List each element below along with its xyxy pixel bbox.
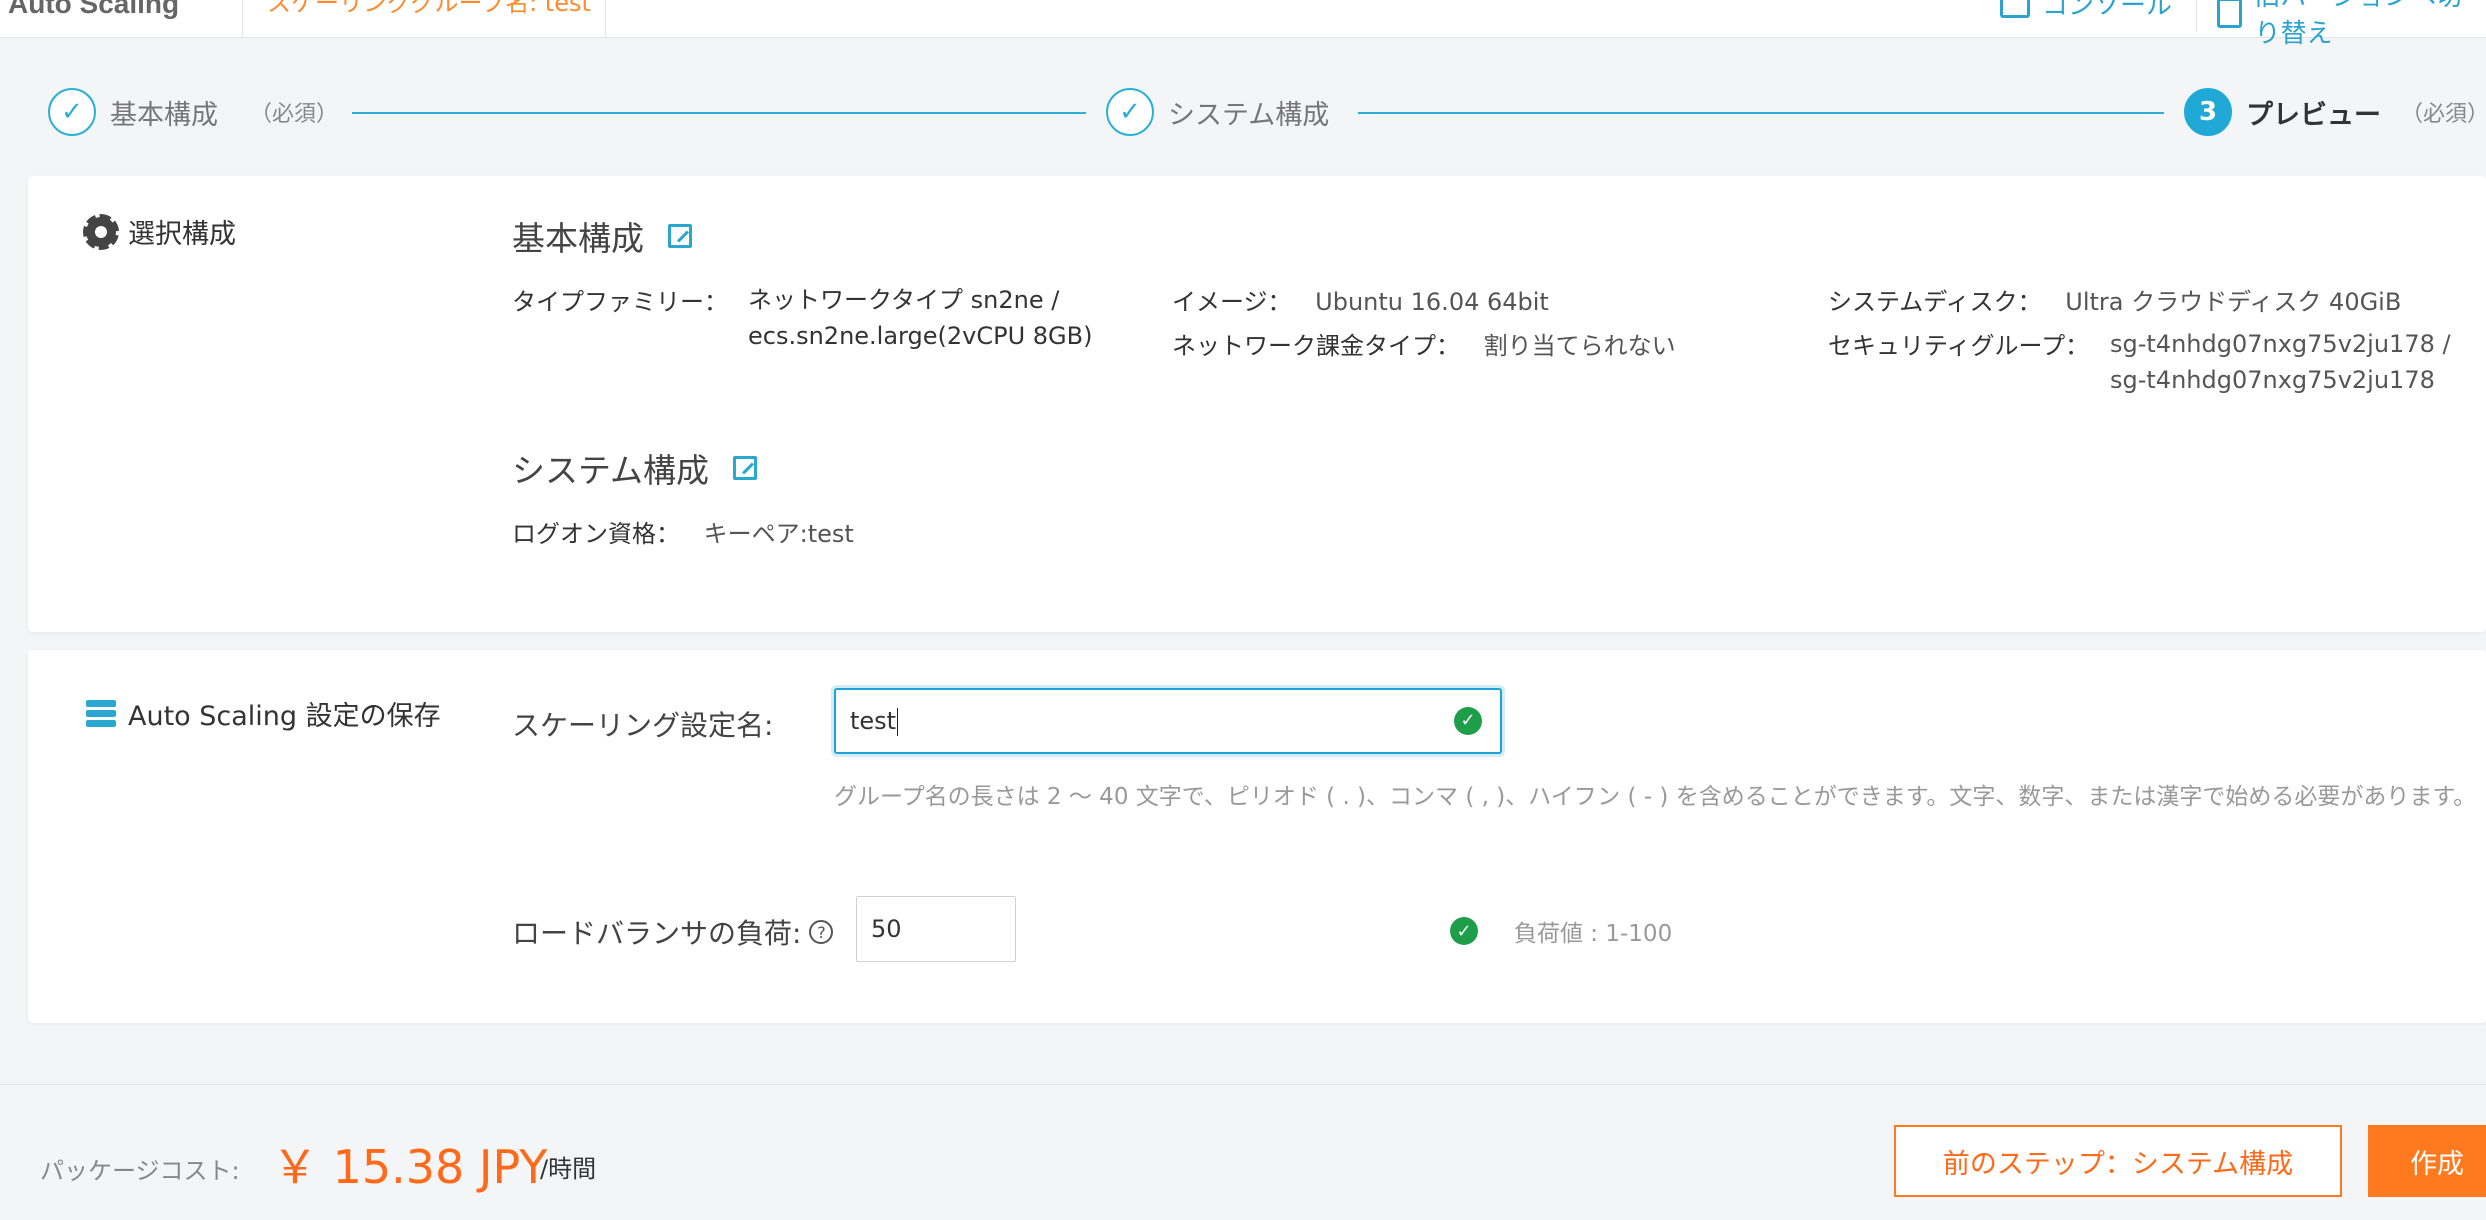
type-family-row: タイプファミリー： bbox=[512, 282, 728, 317]
console-icon bbox=[2000, 0, 2030, 18]
success-check-icon: ✓ bbox=[1450, 917, 1478, 945]
type-family-value-line1: ネットワークタイプ sn2ne / bbox=[748, 286, 1060, 314]
edit-icon[interactable] bbox=[668, 224, 692, 248]
success-check-icon: ✓ bbox=[1454, 707, 1482, 735]
step-preview: 3 プレビュー （必須） bbox=[2184, 88, 2486, 136]
check-icon: ✓ bbox=[48, 88, 96, 136]
create-button[interactable]: 作成 bbox=[2368, 1125, 2486, 1197]
step-basic[interactable]: ✓ 基本構成 （必須） bbox=[48, 88, 338, 136]
lb-weight-label: ロードバランサの負荷: ? bbox=[512, 912, 834, 952]
legacy-version-link[interactable]: 旧バージョンへ切り替え bbox=[2196, 0, 2486, 49]
storage-icon bbox=[86, 699, 116, 728]
step-number-icon: 3 bbox=[2184, 88, 2232, 136]
tab-scaling-group[interactable]: スケーリンググループ名: test bbox=[242, 0, 606, 38]
billing-row: ネットワーク課金タイプ： 割り当てられない bbox=[1172, 326, 1676, 361]
save-config-title: Auto Scaling 設定の保存 bbox=[86, 694, 441, 733]
security-group-label: セキュリティグループ： bbox=[1828, 332, 2090, 360]
image-value: Ubuntu 16.04 64bit bbox=[1315, 288, 1549, 316]
system-config-heading: システム構成 bbox=[512, 444, 758, 492]
previous-step-button[interactable]: 前のステップ：システム構成 bbox=[1894, 1125, 2342, 1197]
text-caret bbox=[897, 708, 899, 736]
basic-config-heading: 基本構成 bbox=[512, 212, 692, 260]
security-group-value: sg-t4nhdg07nxg75v2ju178 / sg-t4nhdg07nxg… bbox=[2110, 326, 2451, 398]
app-title: Auto Scaling bbox=[8, 0, 180, 19]
section-title-text: 選択構成 bbox=[128, 219, 236, 250]
help-icon[interactable]: ? bbox=[809, 920, 834, 944]
lb-weight-input[interactable]: 50 bbox=[856, 896, 1016, 962]
disk-label: システムディスク： bbox=[1828, 288, 2042, 316]
system-disk-row: システムディスク： Ultra クラウドディスク 40GiB bbox=[1828, 282, 2401, 317]
cost-value: ￥ 15.38 JPY bbox=[272, 1140, 548, 1194]
billing-value: 割り当てられない bbox=[1483, 332, 1676, 360]
check-icon: ✓ bbox=[1106, 88, 1154, 136]
step-label: 基本構成 bbox=[110, 99, 218, 131]
step-required: （必須） bbox=[2401, 102, 2486, 127]
legacy-label: 旧バージョンへ切り替え bbox=[2254, 0, 2461, 49]
image-row: イメージ： Ubuntu 16.04 64bit bbox=[1172, 282, 1549, 317]
label-text: スケーリング設定名: bbox=[512, 709, 774, 742]
disk-value: Ultra クラウドディスク 40GiB bbox=[2065, 288, 2402, 316]
top-header: Auto Scaling スケーリンググループ名: test コンソール 旧バー… bbox=[0, 0, 2486, 49]
security-group-value-line1: sg-t4nhdg07nxg75v2ju178 / bbox=[2110, 330, 2451, 358]
heading-text: 基本構成 bbox=[512, 219, 644, 258]
step-connector bbox=[352, 112, 1086, 114]
logon-label: ログオン資格： bbox=[512, 520, 680, 548]
switch-icon bbox=[2217, 0, 2243, 28]
logon-row: ログオン資格： キーペア:test bbox=[512, 514, 854, 549]
type-family-value-line2: ecs.sn2ne.large(2vCPU 8GB) bbox=[748, 322, 1093, 350]
type-family-value: ネットワークタイプ sn2ne / ecs.sn2ne.large(2vCPU … bbox=[748, 282, 1092, 354]
cost-label: パッケージコスト: bbox=[40, 1157, 240, 1185]
config-name-hint: グループ名の長さは 2 ～ 40 文字で、ピリオド ( . )、コンマ ( , … bbox=[834, 784, 2477, 810]
step-system[interactable]: ✓ システム構成 bbox=[1106, 88, 1329, 136]
range-text: 負荷値 : 1-100 bbox=[1514, 921, 1673, 947]
console-link[interactable]: コンソール bbox=[2000, 0, 2172, 21]
config-name-input[interactable]: test ✓ bbox=[834, 688, 1502, 754]
gear-icon bbox=[83, 213, 119, 250]
type-family-label: タイプファミリー： bbox=[512, 288, 728, 316]
step-connector bbox=[1358, 112, 2164, 114]
console-label: コンソール bbox=[2042, 0, 2173, 21]
input-value: test bbox=[850, 707, 897, 735]
image-label: イメージ： bbox=[1172, 288, 1292, 316]
edit-icon[interactable] bbox=[733, 456, 758, 480]
logon-value: キーペア:test bbox=[703, 520, 854, 548]
billing-label: ネットワーク課金タイプ： bbox=[1172, 332, 1460, 360]
selected-config-card: 選択構成 基本構成 タイプファミリー： ネットワークタイプ sn2ne / ec… bbox=[28, 176, 2486, 632]
save-config-card: Auto Scaling 設定の保存 スケーリング設定名: test ✓ グルー… bbox=[28, 650, 2486, 1023]
footer-bar: パッケージコスト: ￥ 15.38 JPY /時間 前のステップ：システム構成 … bbox=[0, 1084, 2486, 1220]
label-text: ロードバランサの負荷: bbox=[512, 917, 802, 950]
step-label: プレビュー bbox=[2246, 99, 2381, 131]
lb-weight-range: ✓ 負荷値 : 1-100 bbox=[1450, 914, 1672, 948]
selected-config-title: 選択構成 bbox=[83, 212, 236, 251]
cost-unit: /時間 bbox=[540, 1155, 597, 1183]
step-required: （必須） bbox=[250, 102, 339, 127]
step-indicator: ✓ 基本構成 （必須） ✓ システム構成 3 プレビュー （必須） bbox=[0, 70, 2486, 160]
security-group-row: セキュリティグループ： bbox=[1828, 326, 2089, 361]
step-label: システム構成 bbox=[1168, 99, 1330, 131]
section-title-text: Auto Scaling 設定の保存 bbox=[128, 701, 441, 732]
heading-text: システム構成 bbox=[512, 451, 710, 490]
config-name-label: スケーリング設定名: bbox=[512, 704, 773, 744]
security-group-value-line2: sg-t4nhdg07nxg75v2ju178 bbox=[2110, 366, 2435, 394]
